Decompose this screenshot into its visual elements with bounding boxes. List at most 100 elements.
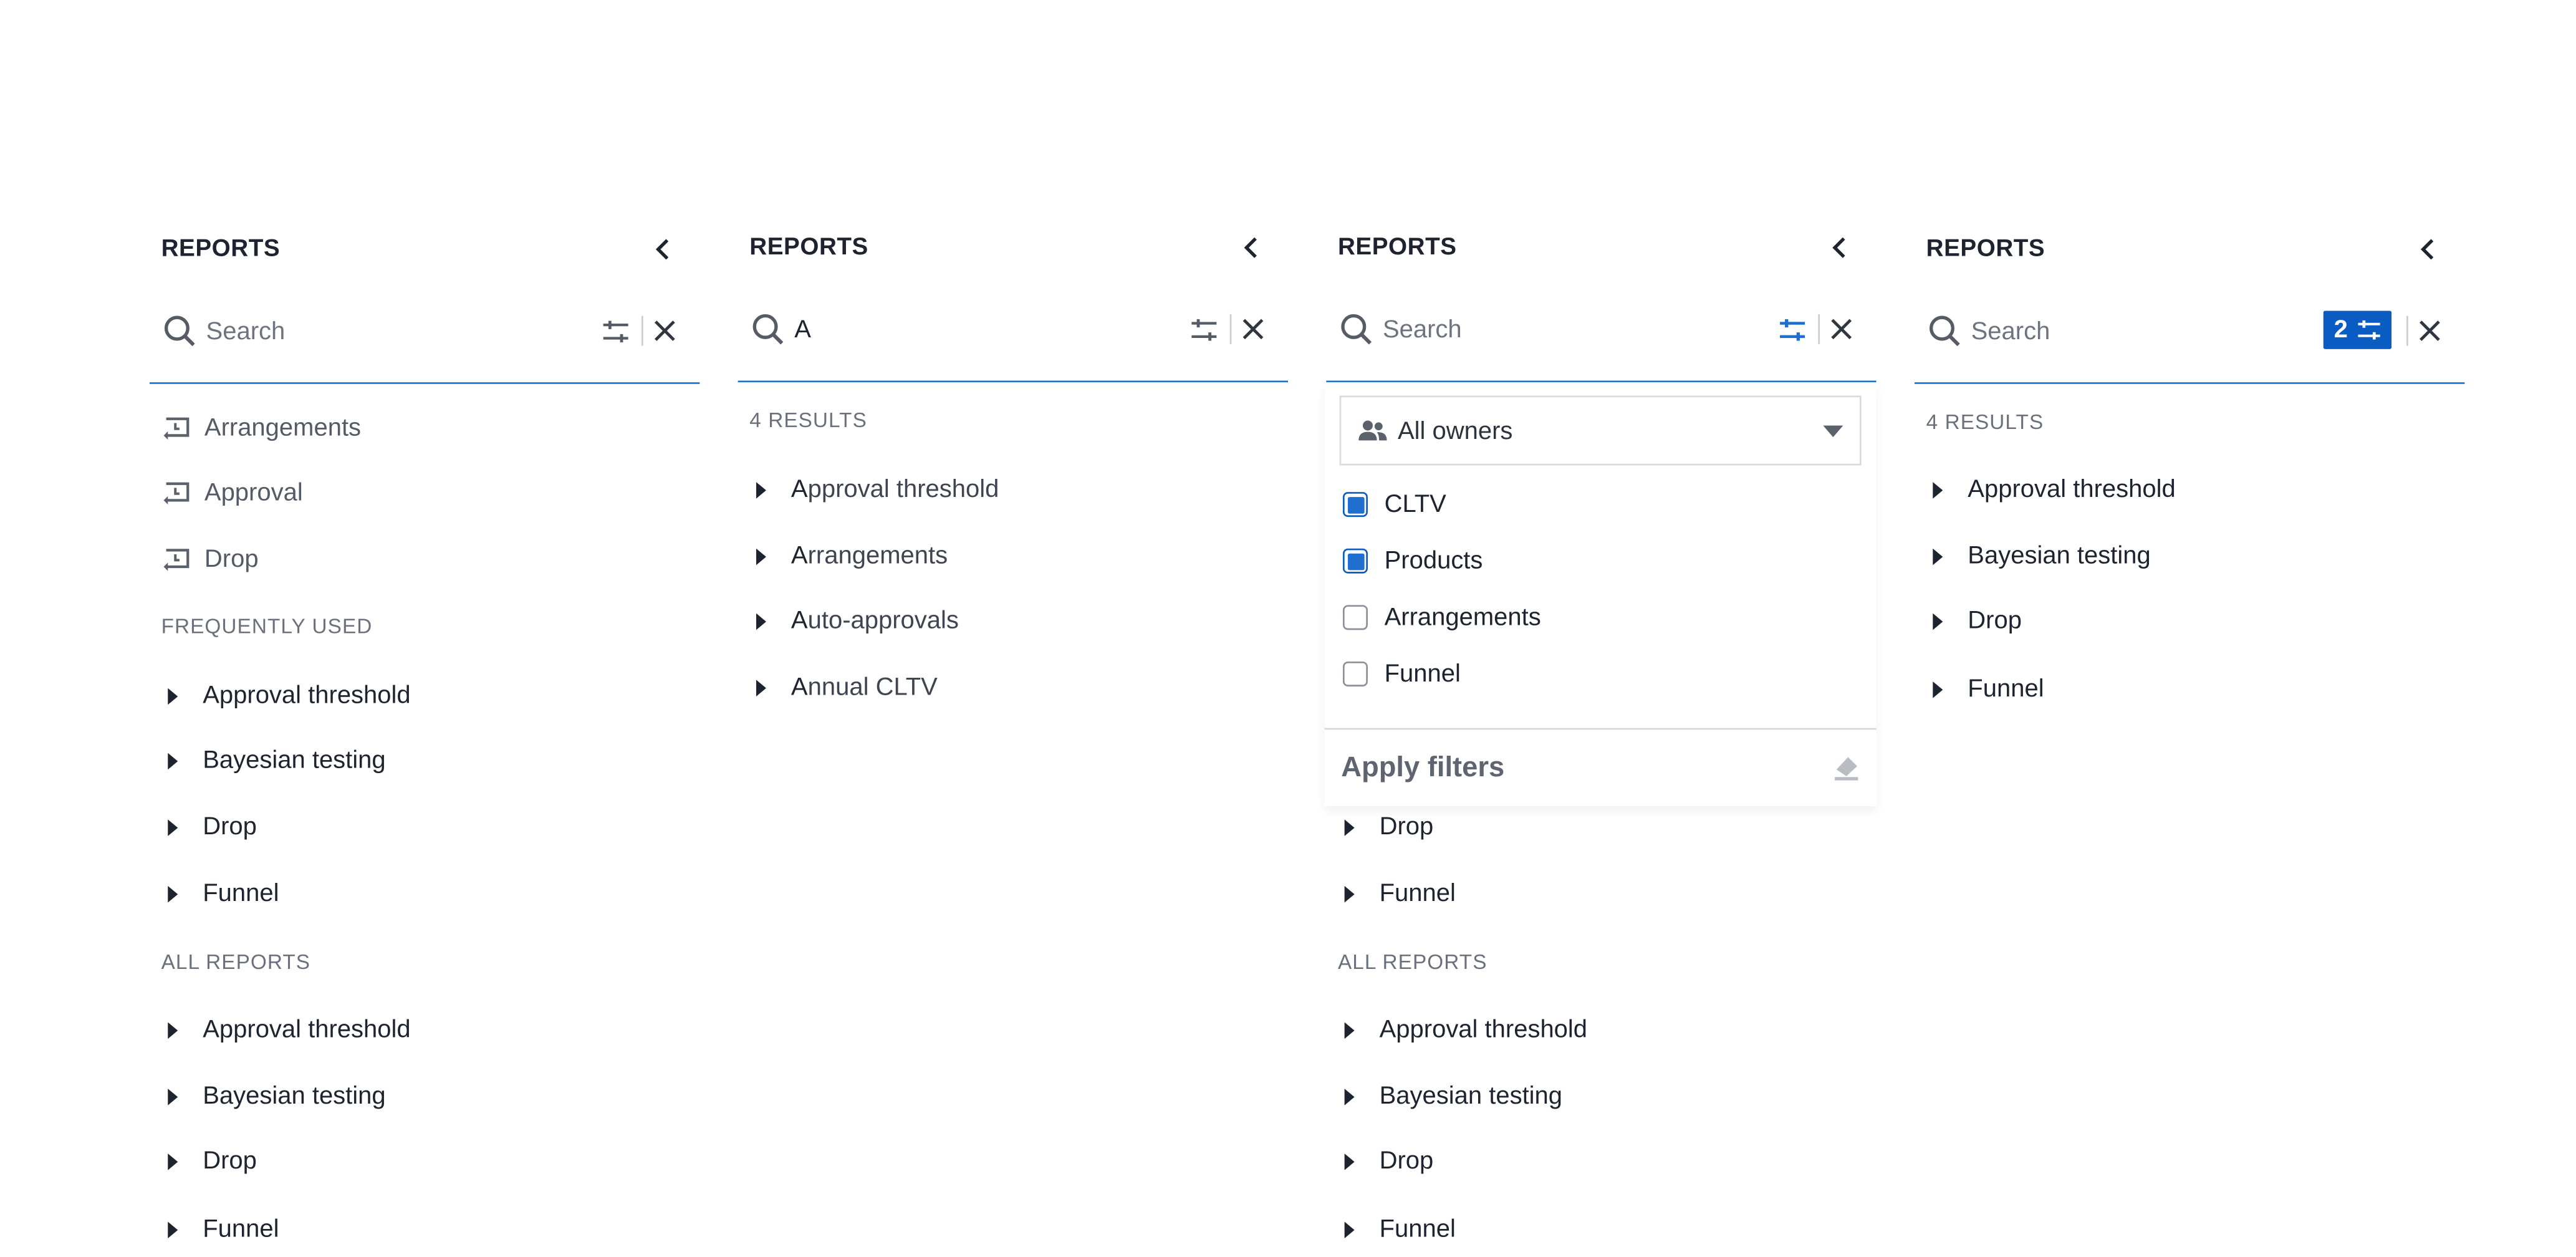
expand-caret-icon	[168, 753, 178, 770]
expand-caret-icon	[1344, 1221, 1355, 1239]
recent-item-label: Approval	[204, 478, 303, 508]
report-item-label: Approval threshold	[203, 681, 411, 710]
caret-down-icon	[1823, 425, 1843, 438]
checkbox-unchecked[interactable]	[1342, 661, 1368, 686]
filter-option-label: CLTV	[1384, 490, 1446, 519]
expand-caret-icon	[756, 548, 766, 566]
report-item[interactable]: Drop	[161, 1142, 257, 1182]
owners-select[interactable]: All owners	[1339, 395, 1862, 466]
chevron-left-icon[interactable]	[1238, 234, 1265, 261]
expand-caret-icon	[168, 1153, 178, 1170]
result-item[interactable]: Funnel	[1926, 670, 2044, 710]
report-item[interactable]: Funnel	[161, 874, 279, 914]
result-item-label: Funnel	[1968, 675, 2044, 703]
panel-header: REPORTS	[1926, 213, 2451, 286]
recent-report-icon	[163, 417, 190, 440]
expand-caret-icon	[1933, 482, 1943, 499]
apply-bar: Apply filters	[1324, 728, 1877, 806]
active-filter-badge[interactable]: 2	[2323, 311, 2392, 349]
filter-option[interactable]: Funnel	[1342, 660, 1461, 688]
report-item[interactable]: Drop	[1338, 808, 1433, 848]
eraser-icon[interactable]	[1830, 749, 1863, 783]
result-item[interactable]: Annual CLTV	[749, 668, 938, 708]
report-item[interactable]: Funnel	[1338, 874, 1456, 914]
report-item[interactable]: Drop	[161, 808, 257, 848]
filter-option-label: Arrangements	[1384, 603, 1541, 632]
result-item-label: Auto-approvals	[791, 602, 959, 642]
report-item[interactable]: Bayesian testing	[161, 1077, 386, 1117]
result-item[interactable]: Approval threshold	[1926, 470, 2176, 510]
result-item[interactable]: Approval threshold	[749, 470, 999, 510]
filter-icon[interactable]	[602, 317, 630, 345]
filter-option[interactable]: CLTV	[1342, 490, 1446, 519]
expand-caret-icon	[1344, 819, 1355, 836]
report-item[interactable]: Bayesian testing	[1338, 1077, 1562, 1117]
report-item-label: Drop	[1379, 1147, 1434, 1175]
search-bar	[738, 294, 1288, 383]
report-item-label: Approval threshold	[1379, 1015, 1588, 1044]
result-item-label: Arrangements	[791, 537, 948, 577]
search-input[interactable]	[1382, 311, 1716, 348]
result-item[interactable]: Bayesian testing	[1926, 537, 2151, 577]
expand-caret-icon	[1344, 885, 1355, 903]
result-item-rest: rrangements	[807, 542, 948, 571]
report-item-label: Bayesian testing	[203, 746, 386, 775]
report-item[interactable]: Approval threshold	[161, 1011, 411, 1051]
result-item[interactable]: Auto-approvals	[749, 602, 959, 642]
result-item-label: Annual CLTV	[791, 668, 938, 708]
filter-option[interactable]: Arrangements	[1342, 603, 1541, 632]
results-count: 4 RESULTS	[749, 408, 867, 433]
search-input[interactable]	[1971, 312, 2304, 349]
search-input[interactable]	[794, 311, 1127, 348]
filter-icon	[2357, 320, 2380, 340]
search-icon	[1929, 315, 1960, 347]
result-item-rest: pproval threshold	[807, 475, 999, 504]
expand-caret-icon	[1933, 681, 1943, 698]
people-icon	[1358, 420, 1387, 441]
checkbox-checked[interactable]	[1342, 548, 1368, 574]
expand-caret-icon	[1344, 1022, 1355, 1039]
result-item[interactable]: Arrangements	[749, 537, 948, 577]
owners-select-value: All owners	[1397, 417, 1513, 446]
close-icon[interactable]	[1830, 317, 1853, 340]
filter-option-label: Products	[1384, 547, 1483, 576]
result-item-label: Approval threshold	[1968, 475, 2176, 504]
panel-header: REPORTS	[1338, 211, 1863, 284]
divider	[2406, 315, 2408, 346]
recent-item[interactable]: Arrangements	[161, 409, 361, 449]
filter-icon-active[interactable]	[1778, 316, 1806, 344]
report-item[interactable]: Approval threshold	[161, 677, 411, 716]
filter-icon[interactable]	[1190, 316, 1218, 344]
report-item[interactable]: Funnel	[161, 1210, 279, 1250]
recent-item[interactable]: Approval	[161, 474, 303, 514]
expand-caret-icon	[1933, 548, 1943, 566]
chevron-left-icon[interactable]	[2415, 236, 2441, 263]
checkbox-checked[interactable]	[1342, 492, 1368, 518]
expand-caret-icon	[756, 482, 766, 499]
report-item[interactable]: Funnel	[1338, 1210, 1456, 1250]
report-item-label: Funnel	[203, 1215, 279, 1244]
reports-panel-filters-open: REPORTS All owners CLTV Products Arrange…	[1324, 211, 1877, 1255]
expand-caret-icon	[756, 680, 766, 696]
close-icon[interactable]	[2418, 319, 2441, 342]
report-item[interactable]: Drop	[1338, 1142, 1433, 1182]
close-icon[interactable]	[1241, 317, 1264, 340]
close-icon[interactable]	[653, 319, 676, 342]
search-icon	[752, 314, 784, 345]
result-item-rest: uto-approvals	[807, 607, 959, 635]
apply-filters-button[interactable]: Apply filters	[1341, 751, 1504, 784]
recent-item[interactable]: Drop	[161, 540, 259, 580]
checkbox-unchecked[interactable]	[1342, 605, 1368, 630]
report-item[interactable]: Bayesian testing	[161, 741, 386, 781]
recent-item-label: Drop	[204, 545, 259, 574]
filter-option[interactable]: Products	[1342, 547, 1483, 576]
panel-title: REPORTS	[161, 236, 281, 263]
chevron-left-icon[interactable]	[1827, 234, 1853, 261]
report-item[interactable]: Approval threshold	[1338, 1011, 1587, 1051]
search-icon	[164, 315, 195, 347]
search-input[interactable]	[206, 312, 539, 349]
result-item-rest: nnual CLTV	[807, 673, 938, 701]
chevron-left-icon[interactable]	[650, 236, 676, 263]
expand-caret-icon	[168, 688, 178, 705]
result-item[interactable]: Drop	[1926, 602, 2022, 642]
